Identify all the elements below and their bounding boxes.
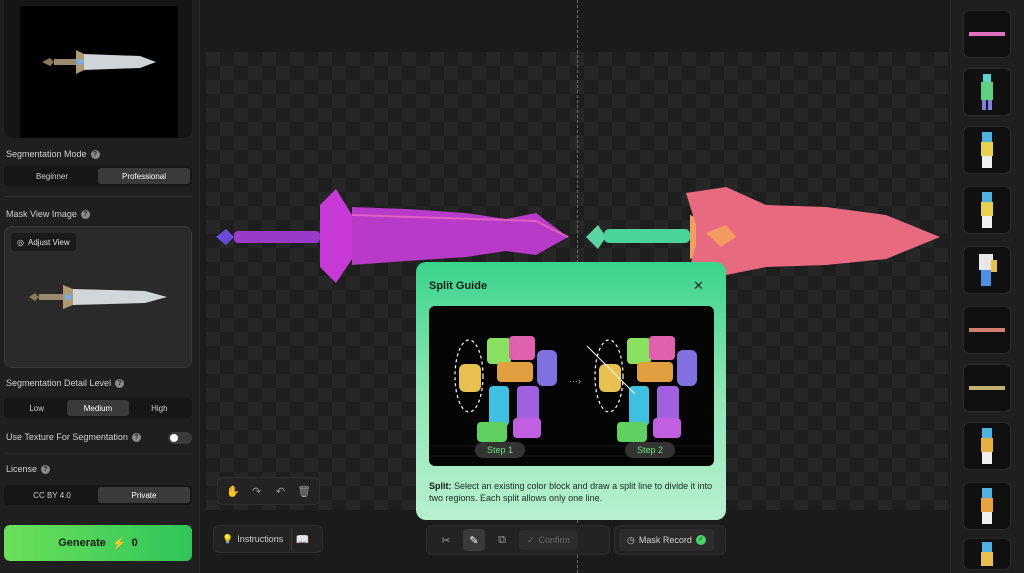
- robot-illustration: ···›: [429, 336, 714, 457]
- license-ccby-option[interactable]: CC BY 4.0: [6, 487, 98, 503]
- model-thumbnail[interactable]: [963, 246, 1011, 294]
- instructions-toolbar: 💡 Instructions 📖: [213, 525, 323, 553]
- model-thumbnail[interactable]: [963, 68, 1011, 116]
- detail-level-selector: Low Medium High: [4, 398, 192, 418]
- model-thumbnail[interactable]: [963, 364, 1011, 412]
- generate-button[interactable]: Generate ⚡ 0: [4, 525, 192, 561]
- step1-badge: Step 1: [475, 442, 525, 458]
- instructions-button[interactable]: 💡 Instructions: [214, 534, 291, 545]
- license-selector: CC BY 4.0 Private: [4, 485, 192, 505]
- segmentation-mode-selector: Beginner Professional: [4, 166, 192, 186]
- toggle-knob: [170, 434, 178, 442]
- divider: [4, 453, 192, 454]
- mask-view-box: ◎ Adjust View: [4, 226, 192, 368]
- model-thumbnail[interactable]: [963, 422, 1011, 470]
- check-icon: ✓: [527, 534, 535, 545]
- figure-green-thumb: [981, 74, 993, 110]
- model-thumbnail[interactable]: [963, 482, 1011, 530]
- step2-badge: Step 2: [625, 442, 675, 458]
- license-label: License?: [6, 464, 51, 474]
- sword-gold-thumb: [969, 386, 1005, 390]
- source-image-preview[interactable]: [4, 0, 192, 138]
- check-badge-icon: ✓: [695, 535, 706, 545]
- merge-icon[interactable]: ⧉: [491, 529, 513, 551]
- mask-record-toolbar: ◷ Mask Record ✓: [614, 525, 726, 555]
- bulb-icon: 💡: [222, 533, 234, 544]
- divider: [4, 196, 192, 197]
- redo-icon[interactable]: ↷: [246, 480, 268, 502]
- help-icon[interactable]: ?: [80, 209, 90, 219]
- help-icon[interactable]: ?: [90, 149, 100, 159]
- trash-icon[interactable]: 🗑: [293, 480, 315, 502]
- figure-yellow-thumb: [981, 132, 993, 168]
- detail-medium-option[interactable]: Medium: [67, 400, 129, 416]
- figure-blue-orange-thumb: [981, 488, 993, 524]
- lasso-icon[interactable]: ✂: [435, 529, 457, 551]
- texture-label: Use Texture For Segmentation?: [6, 432, 141, 442]
- history-toolbar: ✋ ↷ ↶ 🗑: [217, 477, 320, 505]
- detail-level-label: Segmentation Detail Level?: [6, 378, 125, 388]
- help-icon[interactable]: ?: [131, 432, 141, 442]
- model-thumbnail[interactable]: [963, 538, 1011, 570]
- segmentation-mode-label: Segmentation Mode?: [6, 149, 100, 159]
- help-icon[interactable]: ?: [115, 378, 125, 388]
- model-thumbnail[interactable]: [963, 306, 1011, 354]
- lightning-icon: ⚡: [111, 537, 126, 550]
- split-guide-description: Split: Select an existing color block an…: [429, 481, 713, 503]
- figure-blue-yellow-thumb-2: [981, 542, 993, 566]
- sword-preview-image: [42, 50, 156, 74]
- mask-record-button[interactable]: ◷ Mask Record ✓: [619, 529, 714, 551]
- right-panel: [950, 0, 1024, 573]
- help-icon[interactable]: ?: [41, 464, 51, 474]
- segmentation-toolbar: ✂ ✎ ⧉ ✓ Confirm: [426, 525, 610, 555]
- model-thumbnail[interactable]: [963, 186, 1011, 234]
- split-guide-title: Split Guide: [429, 280, 488, 292]
- model-thumbnail[interactable]: [963, 10, 1011, 58]
- model-thumbnail[interactable]: [963, 126, 1011, 174]
- mode-beginner-option[interactable]: Beginner: [6, 168, 98, 184]
- close-icon[interactable]: ✕: [693, 278, 704, 294]
- sword-pink-thumb: [969, 32, 1005, 36]
- mask-preview-image: [29, 285, 167, 309]
- figure-blue-yellow-thumb: [981, 428, 993, 464]
- figure-white-thumb: [979, 254, 997, 286]
- pen-icon[interactable]: ✎: [463, 529, 485, 551]
- license-private-option[interactable]: Private: [98, 487, 190, 503]
- left-panel: Segmentation Mode? Beginner Professional…: [0, 0, 200, 573]
- confirm-button[interactable]: ✓ Confirm: [519, 530, 579, 550]
- texture-toggle[interactable]: [168, 432, 192, 444]
- detail-high-option[interactable]: High: [129, 400, 190, 416]
- hand-icon[interactable]: ✋: [222, 480, 244, 502]
- split-guide-dialog: Split Guide ✕ ···› Step 1 Step 2 Split: …: [416, 262, 726, 520]
- mode-professional-option[interactable]: Professional: [98, 168, 190, 184]
- undo-icon[interactable]: ↶: [270, 480, 292, 502]
- svg-text:···›: ···›: [569, 376, 581, 386]
- sword-brown-thumb: [969, 328, 1005, 332]
- figure-yellow-thumb-2: [981, 192, 993, 228]
- clock-icon: ◷: [627, 534, 635, 545]
- app-window: Segmentation Mode? Beginner Professional…: [0, 0, 1024, 573]
- mask-view-label: Mask View Image?: [6, 209, 90, 219]
- book-icon[interactable]: 📖: [291, 528, 313, 550]
- split-guide-illustration: ···› Step 1 Step 2: [429, 306, 714, 466]
- detail-low-option[interactable]: Low: [6, 400, 67, 416]
